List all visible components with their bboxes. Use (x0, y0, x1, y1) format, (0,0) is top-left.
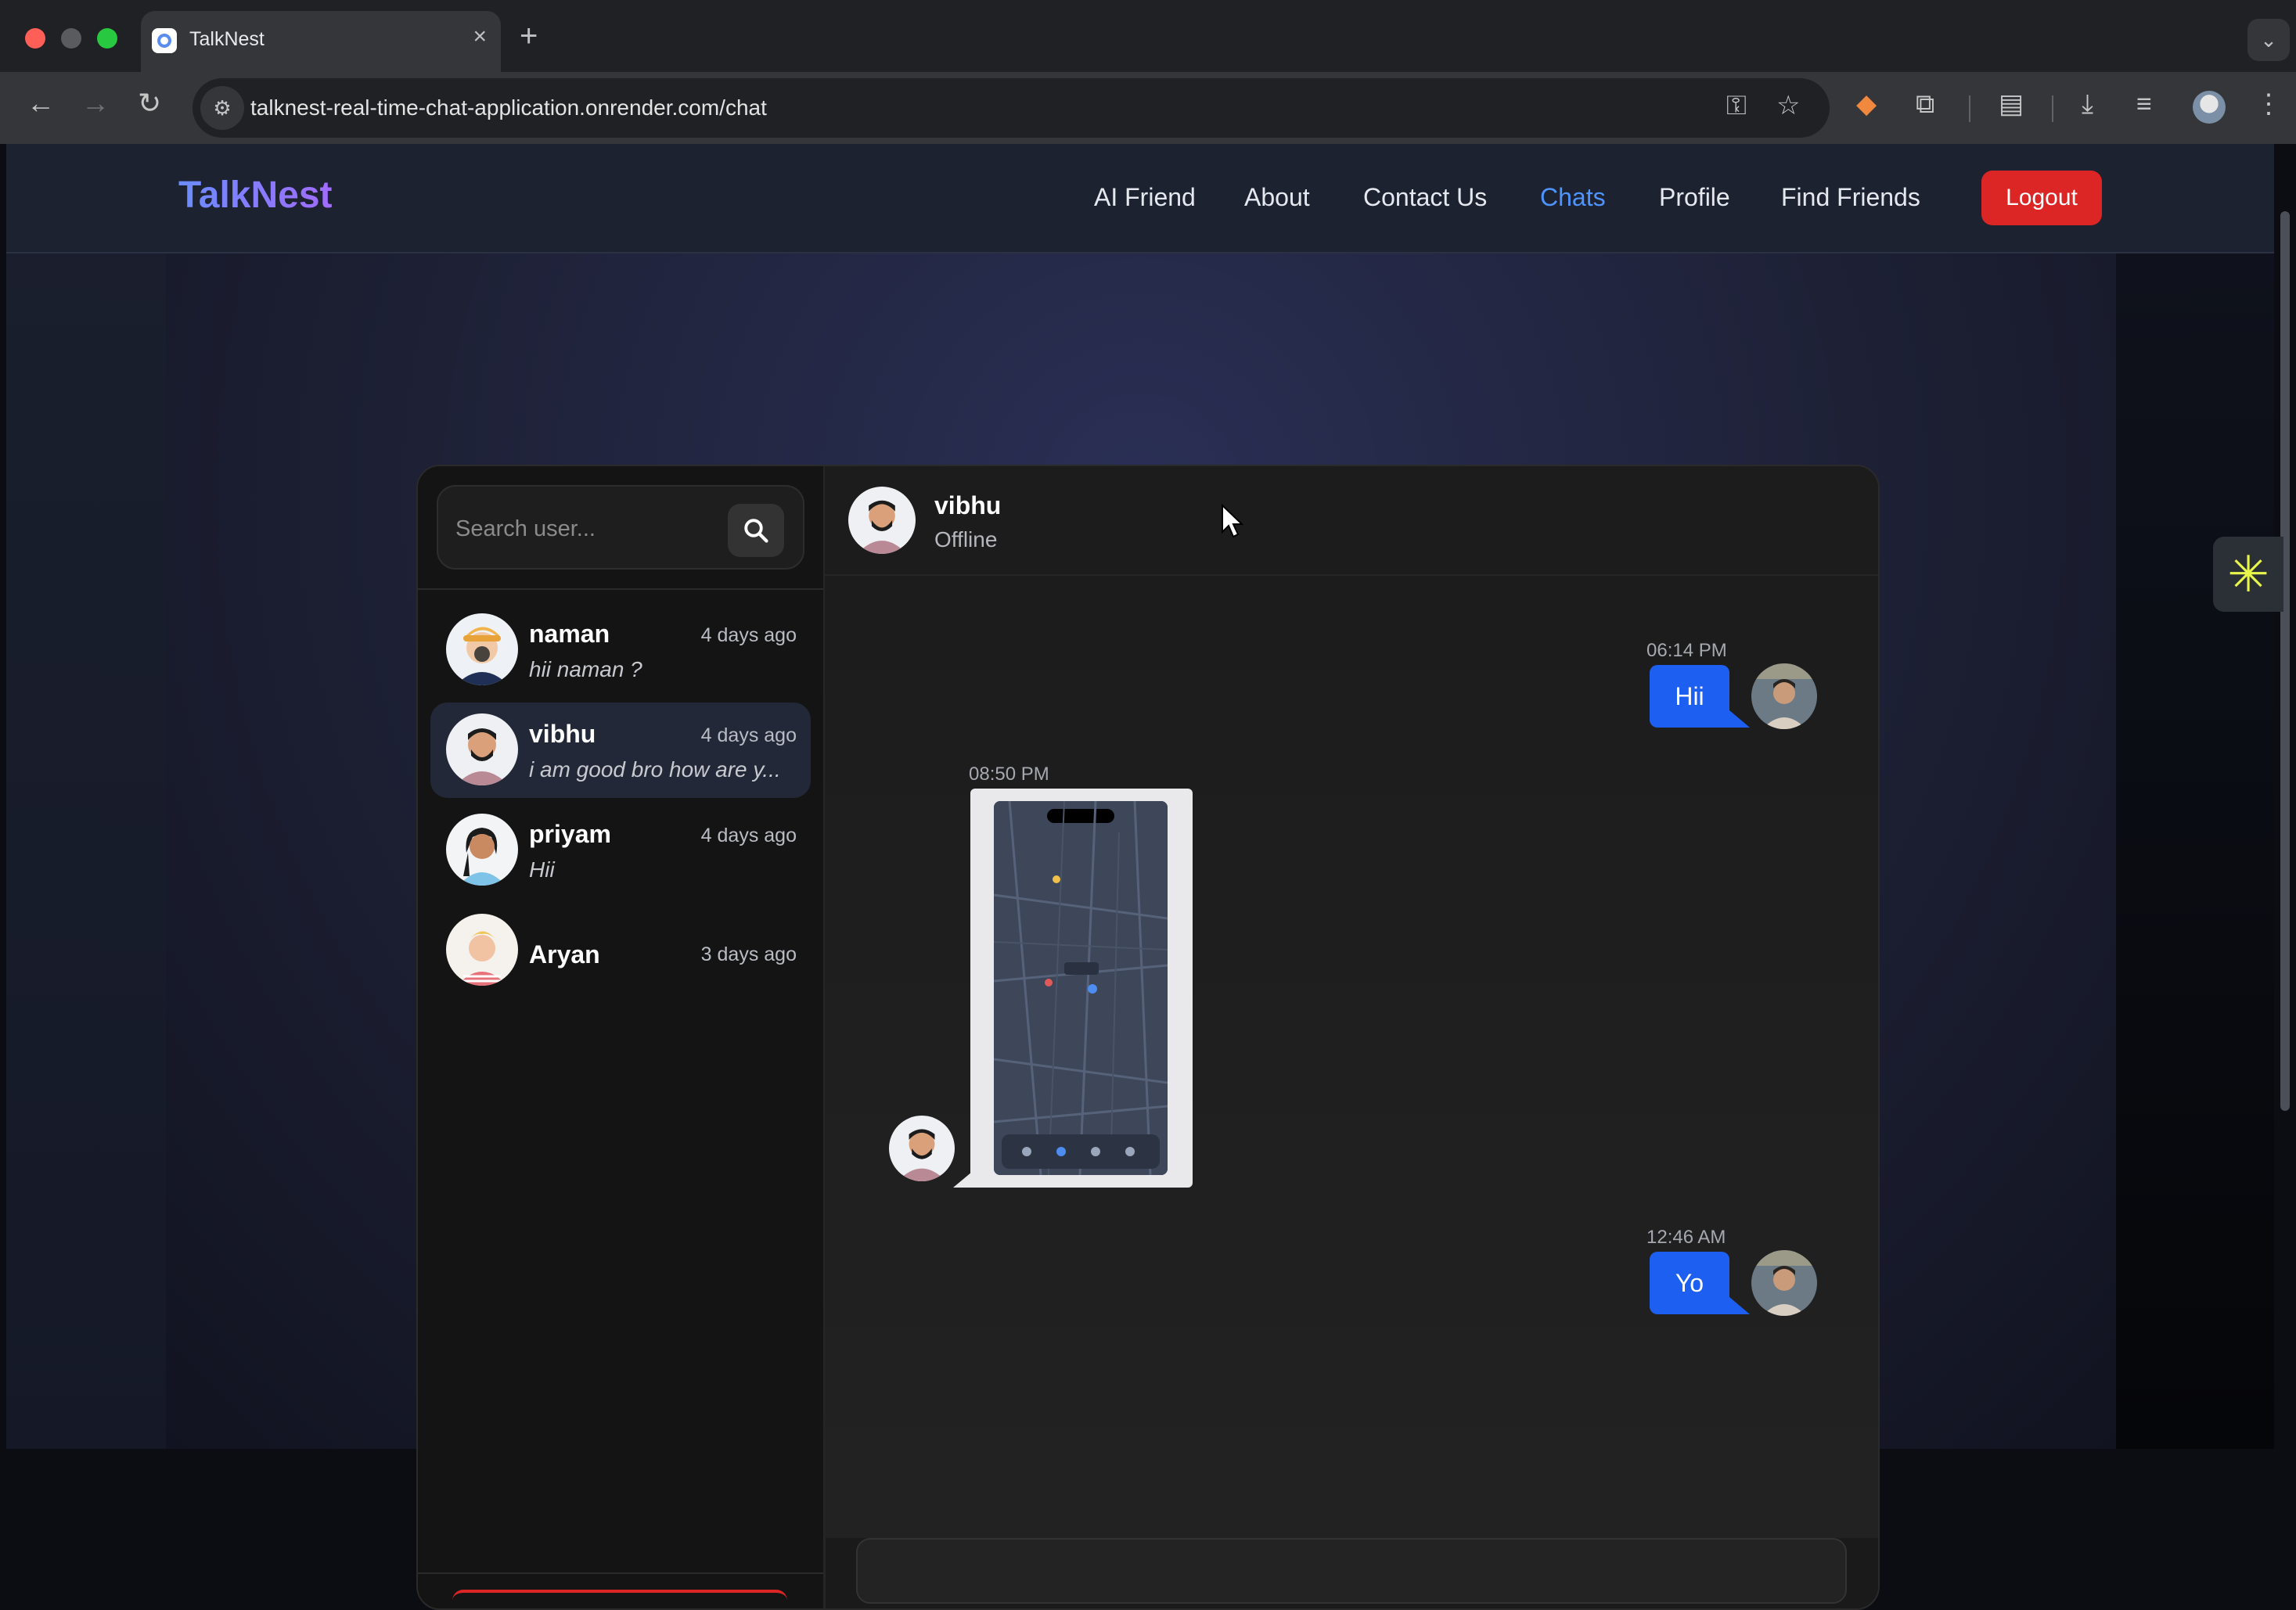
new-tab-button[interactable]: + (520, 20, 538, 52)
browser-menu-icon[interactable]: ⋮ (2255, 91, 2282, 117)
tab-favicon-icon (152, 28, 177, 53)
download-icon[interactable]: ⤓ (2082, 91, 2093, 117)
bubble-tail (1729, 1297, 1750, 1314)
conversation-item-priyam[interactable]: priyam 4 days ago Hii (430, 803, 811, 898)
contact-avatar (889, 1116, 955, 1181)
message-composer[interactable] (856, 1538, 1847, 1604)
sidebar-footer-button[interactable] (452, 1590, 787, 1608)
bubble-tail (953, 1172, 972, 1188)
avatar (446, 814, 518, 886)
conversation-time: 4 days ago (700, 825, 797, 846)
browser-profile-avatar[interactable] (2193, 91, 2226, 124)
search-box (437, 485, 804, 570)
chat-header: vibhu Offline (825, 466, 1878, 576)
conversation-time: 4 days ago (700, 724, 797, 746)
chat-header-avatar (848, 487, 916, 554)
sidebar-footer-divider (418, 1572, 823, 1574)
reading-list-icon[interactable]: ▤ (1999, 91, 2024, 117)
brand-logo[interactable]: TalkNest (178, 174, 333, 217)
avatar (446, 613, 518, 685)
extensions-puzzle-icon[interactable]: ⧉ (1916, 91, 1934, 117)
conversation-item-aryan[interactable]: Aryan 3 days ago (430, 903, 811, 998)
reload-icon[interactable]: ↻ (138, 89, 161, 117)
message-list: 06:14 PM Hii 08:50 PM 12:46 AM Yo (825, 576, 1878, 1538)
my-avatar (1751, 1250, 1817, 1316)
message-image-bubble[interactable] (970, 789, 1193, 1188)
back-arrow-icon[interactable]: ← (27, 89, 55, 117)
bubble-tail (1729, 710, 1750, 728)
window-minimize-button[interactable] (61, 28, 81, 49)
bookmark-star-icon[interactable]: ☆ (1776, 92, 1800, 119)
avatar (446, 713, 518, 785)
browser-tab-bar: TalkNest × + ⌄ (0, 0, 2296, 72)
chat-header-name: vibhu (934, 491, 1002, 519)
message-bubble-outgoing: Hii (1650, 665, 1729, 728)
mouse-cursor-icon (1222, 504, 1244, 538)
conversation-sidebar: naman 4 days ago hii naman ? vibhu 4 day… (418, 466, 826, 1608)
address-bar[interactable]: ⚙ talknest-real-time-chat-application.on… (193, 78, 1830, 138)
asterisk-widget-icon[interactable]: ✳ (2213, 537, 2283, 612)
conversation-time: 4 days ago (700, 624, 797, 646)
nav-profile[interactable]: Profile (1659, 183, 1730, 212)
avatar (446, 914, 518, 986)
conversation-item-naman[interactable]: naman 4 days ago hii naman ? (430, 602, 811, 698)
nav-chats[interactable]: Chats (1540, 183, 1606, 212)
message-time: 06:14 PM (1646, 640, 1727, 661)
page: TalkNest AI Friend About Contact Us Chat… (6, 144, 2280, 1610)
logout-button[interactable]: Logout (1981, 171, 2102, 225)
nav-ai-friend[interactable]: AI Friend (1094, 183, 1196, 212)
tab-search-chevron-icon[interactable]: ⌄ (2247, 19, 2290, 61)
conversation-name: vibhu (529, 720, 596, 748)
search-input[interactable] (454, 505, 723, 552)
chat-header-status: Offline (934, 527, 998, 552)
page-side-gutter (2116, 253, 2280, 1449)
fox-extension-icon[interactable]: ◆ (1856, 91, 1877, 117)
message-time: 12:46 AM (1646, 1227, 1726, 1248)
conversation-name: Aryan (529, 940, 600, 969)
page-scrollbar-thumb[interactable] (2280, 211, 2290, 1111)
site-settings-icon[interactable]: ⚙ (200, 86, 244, 130)
window-close-button[interactable] (25, 28, 45, 49)
conversation-preview: Hii (529, 857, 555, 882)
sidebar-divider (418, 588, 823, 590)
conversation-name: naman (529, 620, 610, 648)
window-zoom-button[interactable] (97, 28, 117, 49)
browser-toolbar: ← → ↻ ⚙ talknest-real-time-chat-applicat… (0, 72, 2296, 144)
conversation-preview: hii naman ? (529, 657, 642, 681)
search-button[interactable] (728, 504, 784, 557)
nav-about[interactable]: About (1244, 183, 1310, 212)
conversation-time: 3 days ago (700, 943, 797, 965)
chat-card: naman 4 days ago hii naman ? vibhu 4 day… (416, 465, 1880, 1610)
nav-find-friends[interactable]: Find Friends (1781, 183, 1920, 212)
my-avatar (1751, 663, 1817, 729)
search-icon (744, 519, 768, 543)
site-navbar: TalkNest AI Friend About Contact Us Chat… (6, 144, 2280, 253)
tab-close-icon[interactable]: × (473, 25, 487, 49)
browser-tab[interactable]: TalkNest × (141, 11, 501, 72)
conversation-preview: i am good bro how are y... (529, 757, 781, 782)
forward-arrow-icon[interactable]: → (81, 89, 110, 117)
conversation-name: priyam (529, 820, 611, 848)
media-control-icon[interactable]: ≡ (2136, 91, 2152, 117)
map-screenshot-image[interactable] (994, 801, 1168, 1175)
conversation-item-vibhu[interactable]: vibhu 4 days ago i am good bro how are y… (430, 703, 811, 798)
message-bubble-outgoing: Yo (1650, 1252, 1729, 1314)
message-time: 08:50 PM (969, 764, 1049, 785)
key-icon[interactable]: ⚿ (1726, 92, 1747, 119)
tab-title: TalkNest (189, 28, 265, 50)
url-text: talknest-real-time-chat-application.onre… (250, 95, 767, 120)
nav-contact-us[interactable]: Contact Us (1363, 183, 1487, 212)
